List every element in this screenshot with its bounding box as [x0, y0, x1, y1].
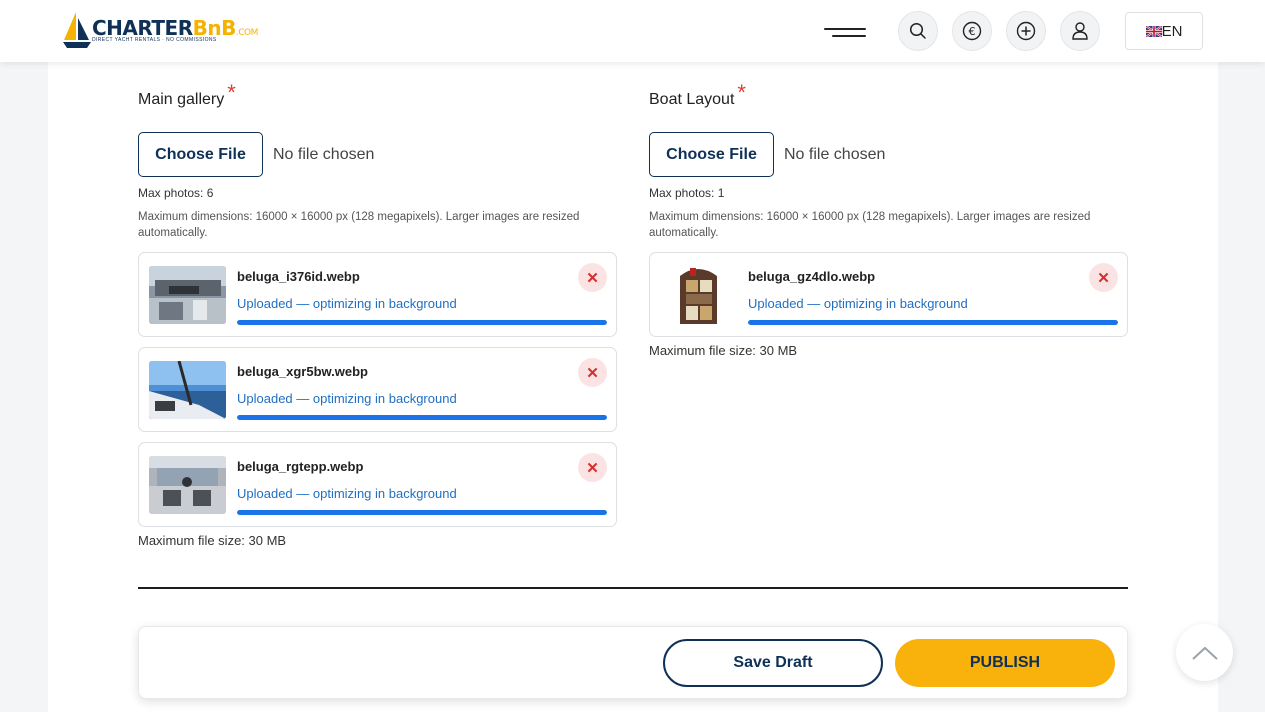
- close-icon: ✕: [1097, 269, 1110, 287]
- max-file-size-note: Maximum file size: 30 MB: [138, 533, 287, 548]
- upload-status: Uploaded — optimizing in background: [748, 296, 968, 311]
- choose-file-button[interactable]: Choose File: [649, 132, 774, 177]
- search-icon: [909, 22, 926, 39]
- currency-button[interactable]: €: [952, 11, 992, 51]
- max-photos-note: Max photos: 6: [138, 186, 214, 200]
- required-marker: *: [737, 80, 746, 105]
- sailboat-logo-icon: [63, 12, 91, 48]
- logo-tagline: DIRECT YACHT RENTALS · NO COMMISSIONS: [92, 37, 217, 43]
- section-divider: [138, 587, 1128, 589]
- publish-button[interactable]: PUBLISH: [895, 639, 1115, 687]
- scroll-to-top-button[interactable]: [1176, 624, 1233, 681]
- upload-status: Uploaded — optimizing in background: [237, 296, 457, 311]
- file-thumbnail: [149, 456, 226, 514]
- no-file-chosen-text: No file chosen: [273, 145, 375, 163]
- remove-file-button[interactable]: ✕: [578, 263, 607, 292]
- no-file-chosen-text: No file chosen: [784, 145, 886, 163]
- form-action-bar: Save Draft PUBLISH: [138, 626, 1128, 699]
- upload-progress-bar: [748, 320, 1118, 325]
- language-label: EN: [1161, 22, 1183, 40]
- remove-file-button[interactable]: ✕: [578, 358, 607, 387]
- uploaded-file-card: beluga_rgtepp.webp Uploaded — optimizing…: [138, 442, 617, 527]
- uploaded-file-card: beluga_i376id.webp Uploaded — optimizing…: [138, 252, 617, 337]
- file-thumbnail: [660, 266, 737, 324]
- file-thumbnail: [149, 361, 226, 419]
- form-panel: Main gallery * Choose File No file chosen…: [48, 62, 1218, 712]
- upload-progress-bar: [237, 510, 607, 515]
- svg-text:€: €: [969, 25, 976, 38]
- close-icon: ✕: [586, 364, 599, 382]
- close-icon: ✕: [586, 459, 599, 477]
- boat-layout-title: Boat Layout *: [649, 80, 746, 108]
- upload-progress-bar: [237, 415, 607, 420]
- remove-file-button[interactable]: ✕: [1089, 263, 1118, 292]
- close-icon: ✕: [586, 269, 599, 287]
- save-draft-button[interactable]: Save Draft: [663, 639, 883, 687]
- search-button[interactable]: [898, 11, 938, 51]
- currency-euro-icon: €: [962, 21, 982, 41]
- dimensions-note: Maximum dimensions: 16000 × 16000 px (12…: [138, 211, 580, 239]
- add-listing-button[interactable]: [1006, 11, 1046, 51]
- file-name: beluga_i376id.webp: [237, 269, 360, 284]
- boat-layout-file-input: Choose File No file chosen: [649, 132, 885, 177]
- language-selector[interactable]: EN: [1125, 12, 1203, 50]
- upload-progress-bar: [237, 320, 607, 325]
- main-gallery-file-input: Choose File No file chosen: [138, 132, 374, 177]
- uploaded-file-card: beluga_gz4dlo.webp Uploaded — optimizing…: [649, 252, 1128, 337]
- account-button[interactable]: [1060, 11, 1100, 51]
- required-marker: *: [227, 80, 236, 105]
- dimensions-note: Maximum dimensions: 16000 × 16000 px (12…: [649, 211, 1091, 239]
- uk-flag-icon: [1145, 25, 1162, 37]
- main-gallery-title: Main gallery *: [138, 80, 236, 108]
- file-name: beluga_xgr5bw.webp: [237, 364, 368, 379]
- upload-status: Uploaded — optimizing in background: [237, 391, 457, 406]
- max-file-size-note: Maximum file size: 30 MB: [649, 343, 798, 358]
- max-photos-note: Max photos: 1: [649, 186, 725, 200]
- file-thumbnail: [149, 266, 226, 324]
- site-header: CHARTERBnB.COM DIRECT YACHT RENTALS · NO…: [0, 0, 1265, 62]
- file-name: beluga_gz4dlo.webp: [748, 269, 876, 284]
- uploaded-file-card: beluga_xgr5bw.webp Uploaded — optimizing…: [138, 347, 617, 432]
- remove-file-button[interactable]: ✕: [578, 453, 607, 482]
- logo[interactable]: CHARTERBnB.COM DIRECT YACHT RENTALS · NO…: [62, 10, 258, 50]
- menu-icon[interactable]: [824, 24, 866, 40]
- file-name: beluga_rgtepp.webp: [237, 459, 364, 474]
- upload-status: Uploaded — optimizing in background: [237, 486, 457, 501]
- chevron-up-icon: [1191, 646, 1218, 660]
- user-icon: [1072, 22, 1088, 40]
- choose-file-button[interactable]: Choose File: [138, 132, 263, 177]
- add-circle-icon: [1016, 21, 1036, 41]
